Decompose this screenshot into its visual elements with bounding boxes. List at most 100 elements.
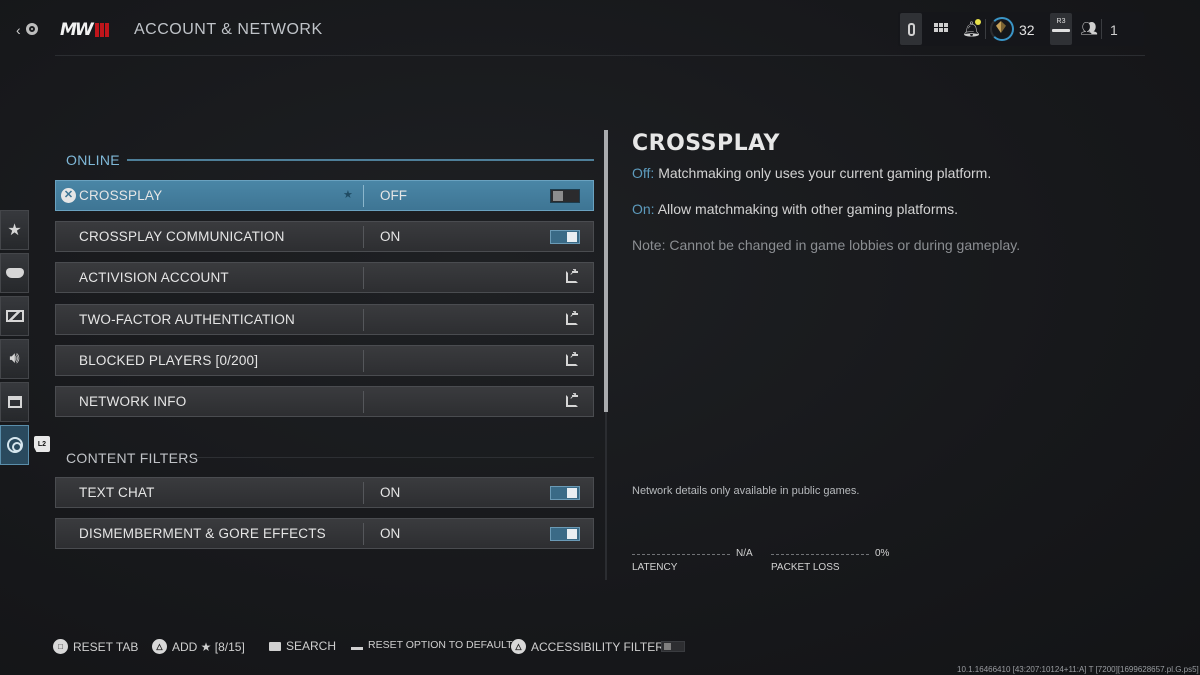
party-icon[interactable]: 👥︎ [1080,20,1098,37]
footer-label: SEARCH [286,639,337,653]
sidebar-tab-favorites[interactable]: ★ [0,210,29,250]
footer-accessibility-filter[interactable]: △ ACCESSIBILITY FILTER [511,639,664,654]
topbar-separator [1101,19,1102,39]
setting-row-crossplay-communication[interactable]: CROSSPLAY COMMUNICATION ON [55,221,594,252]
info-off-key: Off: [632,165,655,181]
setting-row-network-info[interactable]: NETWORK INFO [55,386,594,417]
sidebar-tab-controller[interactable] [0,253,29,293]
stat-value: N/A [736,548,753,559]
accessibility-filter-toggle[interactable] [661,641,685,652]
logo-roman-three-icon [94,23,109,37]
footer-add-favorite[interactable]: △ ADD ★ [8/15] [152,639,245,654]
info-on-text: Allow matchmaking with other gaming plat… [654,201,959,217]
footer-reset-tab[interactable]: □ RESET TAB [53,639,138,654]
r3-button-bar [1052,29,1070,32]
setting-row-two-factor-authentication[interactable]: TWO-FACTOR AUTHENTICATION [55,304,594,335]
setting-value: OFF [380,188,407,203]
row-divider [363,309,364,331]
sidebar-tab-audio[interactable]: 🔊︎ [0,339,29,379]
section-title-online: ONLINE [66,152,120,168]
row-divider [363,391,364,413]
setting-label: TEXT CHAT [79,485,155,500]
info-on-description: On: Allow matchmaking with other gaming … [632,201,958,217]
controller-battery-icon [907,22,915,36]
grid-menu-icon[interactable] [934,23,948,32]
monitor-icon [5,310,24,322]
setting-label: BLOCKED PLAYERS [0/200] [79,353,259,368]
interface-layout-icon [7,396,22,408]
setting-row-blocked-players[interactable]: BLOCKED PLAYERS [0/200] [55,345,594,376]
stat-label: PACKET LOSS [771,562,840,573]
setting-label: ACTIVISION ACCOUNT [79,270,229,285]
stat-value: 0% [875,548,890,559]
sidebar-tab-account-network[interactable] [0,425,29,465]
logo-mw-text: MW [60,20,94,40]
speaker-icon: 🔊︎ [9,350,20,367]
toggle-knob [567,232,577,242]
external-link-icon [566,350,578,366]
info-title: CROSSPLAY [632,131,780,156]
section-divider [192,457,594,458]
setting-value: ON [380,526,401,541]
toggle-knob [553,191,563,201]
back-chevron-icon[interactable]: ‹ [16,22,21,38]
dismemberment-gore-toggle[interactable] [550,527,580,541]
setting-label: CROSSPLAY COMMUNICATION [79,229,285,244]
setting-label: TWO-FACTOR AUTHENTICATION [79,312,295,327]
star-icon: ★ [7,222,22,239]
square-button-icon: □ [53,639,68,654]
row-divider [363,267,364,289]
triangle-button-icon: △ [511,639,526,654]
footer-label: RESET TAB [73,639,139,654]
toggle-knob [567,488,577,498]
scrollbar-thumb[interactable] [604,130,608,412]
stat-label: LATENCY [632,562,678,573]
setting-row-activision-account[interactable]: ACTIVISION ACCOUNT [55,262,594,293]
row-divider [363,482,364,504]
triangle-button-icon: △ [152,639,167,654]
footer-label: ADD ★ [8/15] [172,639,245,654]
party-count: 1 [1110,22,1118,38]
back-button-icon[interactable] [26,23,38,35]
controller-battery-button[interactable] [900,13,922,45]
section-divider [127,159,594,161]
l3-button-icon [351,641,363,650]
setting-row-text-chat[interactable]: TEXT CHAT ON [55,477,594,508]
info-on-key: On: [632,201,655,217]
cross-button-icon: ✕ [61,188,76,203]
row-divider [363,523,364,545]
footer-label: RESET OPTION TO DEFAULT [368,639,513,651]
page-title: ACCOUNT & NETWORK [134,21,323,38]
setting-label: NETWORK INFO [79,394,187,409]
footer-search[interactable]: SEARCH [269,639,336,653]
row-divider [363,185,364,207]
header-divider [55,55,1145,56]
rank-level: 32 [1019,22,1035,38]
setting-row-dismemberment-gore[interactable]: DISMEMBERMENT & GORE EFFECTS ON [55,518,594,549]
setting-value: ON [380,229,401,244]
setting-value: ON [380,485,401,500]
row-divider [363,226,364,248]
notification-dot [975,19,981,25]
crossplay-toggle[interactable] [550,189,580,203]
stat-dash-line [771,554,869,555]
info-off-description: Off: Matchmaking only uses your current … [632,165,991,181]
l2-button-icon: L2 [34,436,50,452]
gamepad-icon [5,268,24,278]
keyboard-icon [269,641,281,651]
crossplay-communication-toggle[interactable] [550,230,580,244]
footer-label: ACCESSIBILITY FILTER [531,639,664,654]
toggle-knob [567,529,577,539]
setting-label: CROSSPLAY [79,188,163,203]
text-chat-toggle[interactable] [550,486,580,500]
build-version-string: 10.1.16466410 [43:207:10124+11:A] T [720… [957,665,1199,674]
external-link-icon [566,267,578,283]
favorite-star-icon[interactable]: ★ [343,188,353,201]
setting-row-crossplay[interactable]: ✕ CROSSPLAY ★ OFF [55,180,594,211]
footer-reset-option[interactable]: RESET OPTION TO DEFAULT [351,639,513,651]
network-details-note: Network details only available in public… [632,485,860,497]
topbar-separator [985,19,986,39]
sidebar-tab-interface[interactable] [0,382,29,422]
sidebar-tab-graphics[interactable] [0,296,29,336]
row-divider [363,350,364,372]
